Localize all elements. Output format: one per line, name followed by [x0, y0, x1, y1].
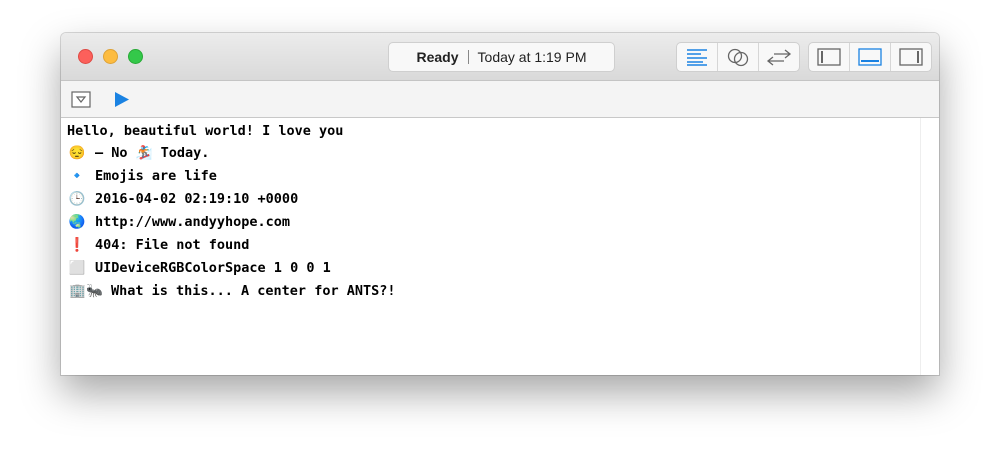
console-line: ❗ 404: File not found [67, 234, 250, 256]
console-output: Hello, beautiful world! I love you 😔 — No… [61, 118, 939, 375]
console-line: 🕒 2016-04-02 02:19:10 +0000 [67, 188, 299, 210]
console-line: 🌏 http://www.andyyhope.com [67, 211, 290, 233]
blue-diamond-icon: 🔹 [68, 168, 86, 184]
right-panel-icon [899, 48, 923, 66]
status-separator [467, 50, 469, 64]
activity-status: Ready Today at 1:19 PM [388, 42, 615, 72]
toggle-debug-area-button[interactable] [850, 43, 891, 71]
console-line-text: 2016-04-02 02:19:10 +0000 [95, 191, 299, 207]
title-bar: Ready Today at 1:19 PM [61, 33, 939, 81]
run-play-icon[interactable] [114, 91, 130, 108]
panel-toggle-control [808, 42, 932, 72]
office-ant-icon: 🏢🐜 [69, 283, 103, 299]
color-swatch-icon: ⬜ [68, 260, 86, 276]
standard-editor-button[interactable] [677, 43, 718, 71]
minimize-button[interactable] [103, 49, 118, 64]
console-line-text: http://www.andyyhope.com [95, 214, 291, 230]
console-line: 🔹 Emojis are life [67, 165, 217, 187]
bottom-panel-icon [858, 48, 882, 66]
console-line-text: 404: File not found [95, 237, 250, 253]
globe-icon: 🌏 [68, 214, 86, 230]
playground-window: Ready Today at 1:19 PM Hello, beautiful … [61, 33, 939, 375]
console-line: Hello, beautiful world! I love you [67, 120, 343, 142]
console-line-text: — No 🏂 Today. [95, 145, 210, 161]
lines-icon [687, 49, 707, 66]
scrollbar-track[interactable] [920, 118, 921, 375]
clock-icon: 🕒 [68, 191, 86, 207]
console-line: 🏢🐜 What is this... A center for ANTS?! [67, 280, 395, 302]
left-panel-icon [817, 48, 841, 66]
console-line-text: What is this... A center for ANTS?! [111, 283, 396, 299]
hide-debug-area-icon[interactable] [71, 91, 91, 108]
toggle-utilities-button[interactable] [891, 43, 931, 71]
console-line-text: Hello, beautiful world! I love you [67, 123, 344, 139]
status-time: Today at 1:19 PM [477, 49, 587, 65]
toggle-navigator-button[interactable] [809, 43, 850, 71]
zoom-button[interactable] [128, 49, 143, 64]
console-line-text: Emojis are life [95, 168, 217, 184]
console-line: 😔 — No 🏂 Today. [67, 142, 210, 164]
arrows-left-right-icon [766, 49, 792, 66]
editor-mode-control [676, 42, 800, 72]
debug-toolbar [61, 81, 939, 118]
pensive-face-icon: 😔 [68, 145, 86, 161]
version-editor-button[interactable] [759, 43, 799, 71]
exclamation-icon: ❗ [68, 237, 86, 253]
console-line-text: UIDeviceRGBColorSpace 1 0 0 1 [95, 260, 331, 276]
console-line: ⬜ UIDeviceRGBColorSpace 1 0 0 1 [67, 257, 331, 279]
venn-circles-icon [727, 48, 749, 67]
assistant-editor-button[interactable] [718, 43, 759, 71]
status-state: Ready [416, 49, 459, 65]
close-button[interactable] [78, 49, 93, 64]
